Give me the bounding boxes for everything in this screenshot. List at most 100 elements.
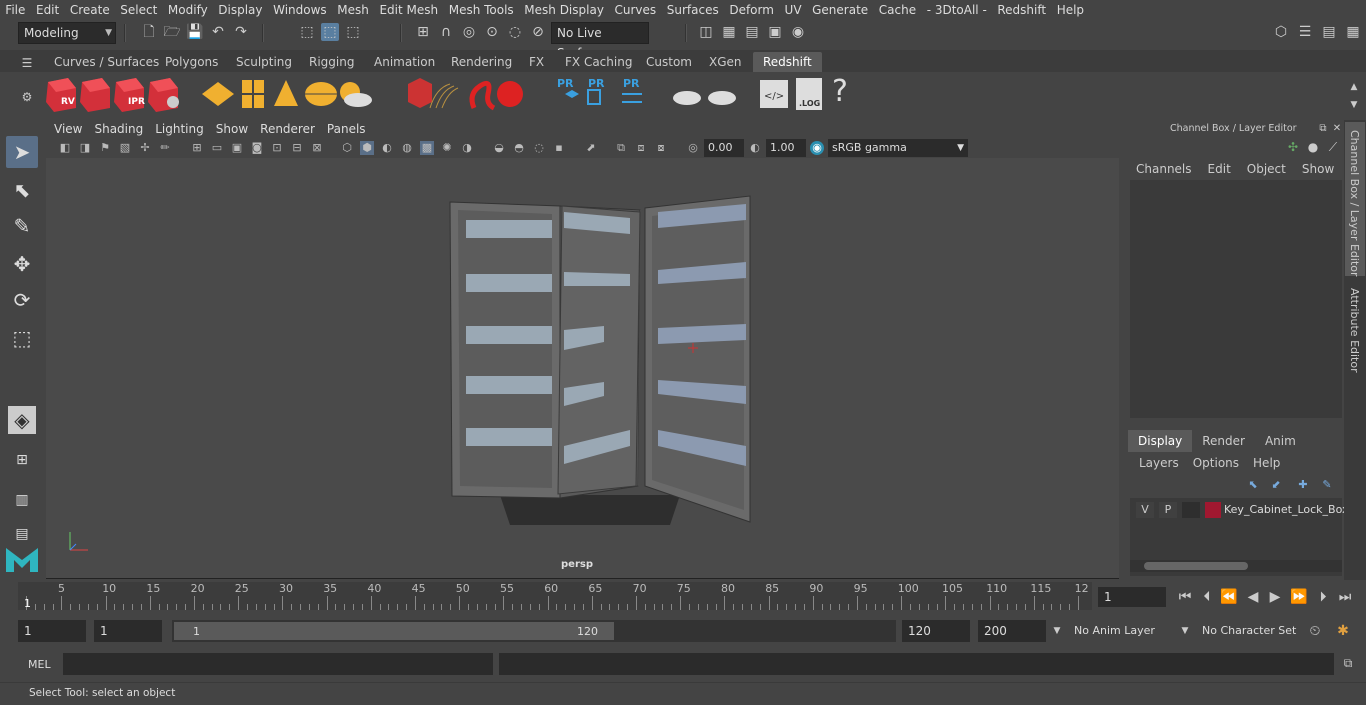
snap-curve-icon[interactable]: ∩ xyxy=(437,23,455,41)
shelf-tab-rigging[interactable]: Rigging xyxy=(307,52,356,72)
mode-selector[interactable]: Modeling ▼ xyxy=(18,22,116,44)
viewport-menu-view[interactable]: View xyxy=(46,122,82,136)
xray-active-icon[interactable]: ⧈ xyxy=(634,141,648,155)
anim-layer-dropdown[interactable]: No Anim Layer xyxy=(1068,620,1172,642)
key-cabinet-model[interactable] xyxy=(440,190,770,535)
menu-deform[interactable]: Deform xyxy=(724,3,779,17)
layer-menu-options[interactable]: Options xyxy=(1193,456,1239,470)
exposure-icon[interactable]: ◎ xyxy=(686,141,700,155)
channel-list[interactable] xyxy=(1130,180,1342,418)
channel-link-icon[interactable]: ⟋ xyxy=(1324,138,1342,156)
chevron-down-icon[interactable]: ▼ xyxy=(1176,622,1194,640)
render-current-icon[interactable]: ▦ xyxy=(720,23,738,41)
grid-icon[interactable]: ⊞ xyxy=(190,141,204,155)
chevron-down-icon[interactable]: ▼ xyxy=(1048,622,1066,640)
layer-menu-layers[interactable]: Layers xyxy=(1139,456,1179,470)
shelf-tab-sculpting[interactable]: Sculpting xyxy=(234,52,294,72)
range-slider-handle[interactable] xyxy=(174,622,614,640)
undo-icon[interactable]: ↶ xyxy=(209,23,227,41)
image-plane-icon[interactable]: ▧ xyxy=(118,141,132,155)
default-material-icon[interactable]: ◐ xyxy=(380,141,394,155)
textured-icon[interactable]: ◍ xyxy=(400,141,414,155)
viewport-menu-lighting[interactable]: Lighting xyxy=(147,122,204,136)
menu-create[interactable]: Create xyxy=(65,3,115,17)
menu-mesh[interactable]: Mesh xyxy=(332,3,374,17)
antialias-icon[interactable]: ◌ xyxy=(532,141,546,155)
menu-mesh-display[interactable]: Mesh Display xyxy=(519,3,609,17)
snap-grid-icon[interactable]: ⊞ xyxy=(414,23,432,41)
shelf-scroll-down-icon[interactable]: ▼ xyxy=(1345,96,1363,114)
spot-light-icon[interactable] xyxy=(274,80,298,106)
color-management-icon[interactable]: ◉ xyxy=(810,141,824,155)
step-forward-frame-icon[interactable]: ⏵ xyxy=(1314,588,1332,606)
step-back-frame-icon[interactable]: ⏴ xyxy=(1198,588,1216,606)
layer-scrollbar-thumb[interactable] xyxy=(1144,562,1248,570)
smooth-shade-icon[interactable]: ⬢ xyxy=(360,141,374,155)
menu-display[interactable]: Display xyxy=(213,3,268,17)
rotate-tool-icon[interactable]: ⟳ xyxy=(6,284,38,316)
channel-sync-icon[interactable]: ● xyxy=(1304,138,1322,156)
ipr-render-icon[interactable]: ▤ xyxy=(743,23,761,41)
hair-icon[interactable] xyxy=(429,83,459,109)
pr-convert-icon[interactable] xyxy=(622,93,642,103)
snap-view-icon[interactable]: ⊙ xyxy=(483,23,501,41)
step-back-key-icon[interactable]: ⏪ xyxy=(1220,588,1238,606)
single-layout-icon[interactable]: ◈ xyxy=(8,406,36,434)
channel-box-icon[interactable]: ▦ xyxy=(1344,23,1362,41)
gate-mask-icon[interactable]: ◙ xyxy=(250,141,264,155)
snap-surface-icon[interactable]: ◌ xyxy=(506,23,524,41)
select-tool-icon[interactable]: ➤ xyxy=(6,136,38,168)
shelf-tab-rendering[interactable]: Rendering xyxy=(449,52,514,72)
viewport-menu-show[interactable]: Show xyxy=(208,122,248,136)
layer-playback-toggle[interactable]: P xyxy=(1159,502,1177,518)
dof-icon[interactable]: ▪ xyxy=(552,141,566,155)
shelf-tab-curves-surfaces[interactable]: Curves / Surfaces xyxy=(52,52,161,72)
end-time-field[interactable]: 200 xyxy=(978,620,1046,642)
lights-icon[interactable]: ✺ xyxy=(440,141,454,155)
camera-attr-icon[interactable]: ◨ xyxy=(78,141,92,155)
play-backward-icon[interactable]: ◀ xyxy=(1244,588,1262,606)
shelf-tab-xgen[interactable]: XGen xyxy=(707,52,744,72)
menu-file[interactable]: File xyxy=(0,3,31,17)
shelf-tab-custom[interactable]: Custom xyxy=(644,52,694,72)
shelf-menu-icon[interactable]: ☰ xyxy=(18,54,36,72)
playback-start-field[interactable]: 1 xyxy=(94,620,162,642)
2d-pan-zoom-icon[interactable]: ✢ xyxy=(138,141,152,155)
gamma-icon[interactable]: ◐ xyxy=(748,141,762,155)
scale-tool-icon[interactable]: ⬚ xyxy=(6,322,38,354)
live-surface-field[interactable]: No Live Surface xyxy=(551,22,649,60)
two-view-layout-icon[interactable]: ▥ xyxy=(6,484,38,516)
safe-action-icon[interactable]: ⊟ xyxy=(290,141,304,155)
attribute-editor-icon[interactable]: ☰ xyxy=(1296,23,1314,41)
menu-uv[interactable]: UV xyxy=(779,3,807,17)
shelf-tab-polygons[interactable]: Polygons xyxy=(163,52,220,72)
redo-icon[interactable]: ↷ xyxy=(232,23,250,41)
auto-key-icon[interactable]: ⏲ xyxy=(1306,622,1324,640)
paint-select-icon[interactable]: ✎ xyxy=(6,210,38,242)
portal-light-icon[interactable] xyxy=(242,80,264,108)
side-tab-attribute-editor[interactable]: Attribute Editor xyxy=(1348,288,1361,373)
script-editor-icon[interactable]: ⧉ xyxy=(1339,654,1357,672)
gamma-field[interactable]: 1.00 xyxy=(766,139,806,157)
shelf-tab-fx[interactable]: FX xyxy=(527,52,546,72)
viewport-menu-renderer[interactable]: Renderer xyxy=(252,122,315,136)
new-layer-icon[interactable]: ✚ xyxy=(1294,476,1312,494)
shelf-tab-fx-caching[interactable]: FX Caching xyxy=(563,52,634,72)
xray-icon[interactable]: ▩ xyxy=(420,141,434,155)
open-scene-icon[interactable]: 🗁 xyxy=(163,23,181,41)
menu-surfaces[interactable]: Surfaces xyxy=(661,3,724,17)
shelf-settings-icon[interactable]: ⚙ xyxy=(18,88,36,106)
pr-import-icon[interactable] xyxy=(587,89,601,105)
script-icon[interactable]: </> xyxy=(760,80,788,108)
color-space-dropdown[interactable]: sRGB gamma ▼ xyxy=(828,139,968,157)
go-to-start-icon[interactable]: ⏮ xyxy=(1176,588,1194,606)
current-frame-field[interactable]: 1 xyxy=(1098,587,1166,607)
select-hierarchy-icon[interactable]: ⬚ xyxy=(298,23,316,41)
menu-cache[interactable]: Cache xyxy=(873,3,921,17)
menu-edit[interactable]: Edit xyxy=(31,3,65,17)
area-light-icon[interactable] xyxy=(202,82,234,106)
shelf-tab-redshift[interactable]: Redshift xyxy=(753,52,822,72)
select-component-icon[interactable]: ⬚ xyxy=(344,23,362,41)
tool-settings-icon[interactable]: ▤ xyxy=(1320,23,1338,41)
bookmark-icon[interactable]: ⚑ xyxy=(98,141,112,155)
